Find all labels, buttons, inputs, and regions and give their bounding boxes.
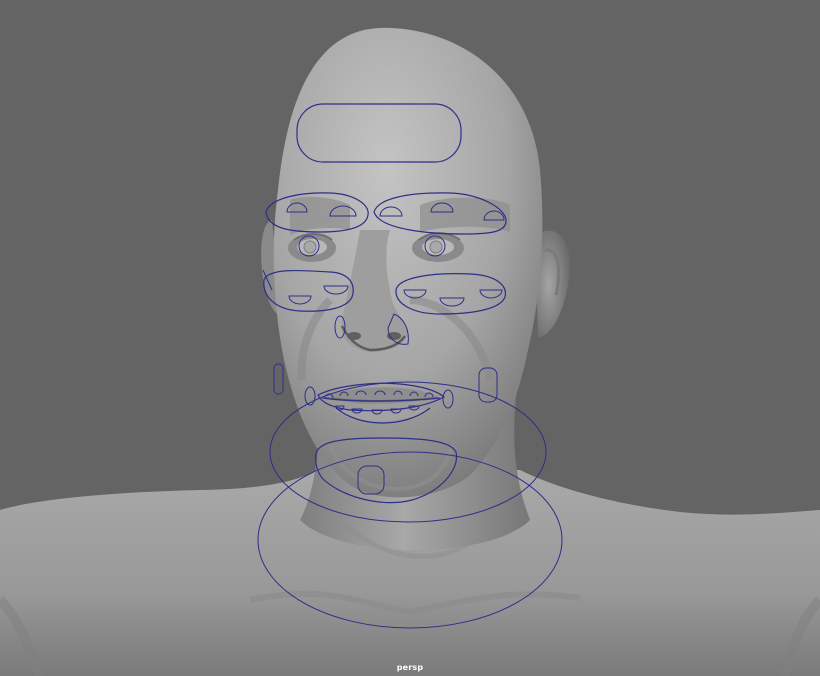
jaw-side-control-right[interactable]: [273, 363, 284, 395]
viewport-scene[interactable]: [0, 0, 820, 676]
model-head[interactable]: [273, 27, 543, 498]
perspective-viewport[interactable]: persp: [0, 0, 820, 676]
